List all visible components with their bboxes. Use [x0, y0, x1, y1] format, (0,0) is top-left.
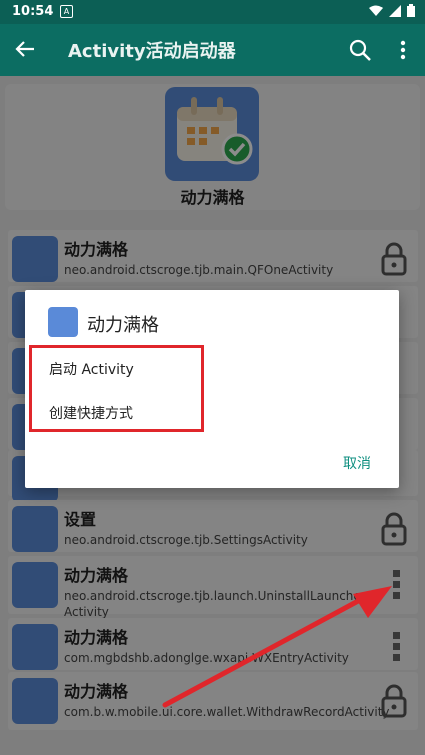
annotation-arrow	[162, 586, 392, 708]
